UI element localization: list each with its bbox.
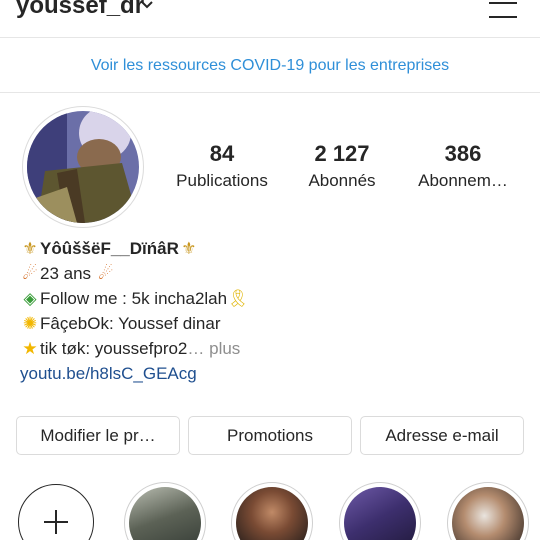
bio-line: ☄ 23 ans ☄ bbox=[20, 261, 247, 286]
bio-name-line: ⚜ YôûššëF__DïńâR ⚜ bbox=[20, 236, 247, 261]
menu-icon[interactable] bbox=[489, 0, 521, 20]
email-button[interactable]: Adresse e-mail bbox=[360, 416, 524, 455]
ribbon-icon: 🎗 bbox=[227, 289, 249, 308]
highlight-thumbnail bbox=[344, 487, 416, 540]
username-title[interactable]: youssef_dr bbox=[16, 0, 144, 20]
following-count: 386 bbox=[444, 141, 482, 166]
bio-name: YôûššëF__DïńâR bbox=[40, 239, 179, 258]
publications-label: Publications bbox=[176, 171, 268, 190]
story-highlight[interactable] bbox=[339, 482, 421, 540]
star-icon: ★ bbox=[22, 339, 38, 358]
bio-line-text: 23 ans bbox=[40, 264, 92, 283]
bio-line: ◈ Follow me : 5k incha2lah🎗 bbox=[20, 286, 249, 311]
promotions-button[interactable]: Promotions bbox=[188, 416, 352, 455]
bio-line-text: tik tøk: youssefpro2 bbox=[40, 339, 188, 358]
edit-profile-button[interactable]: Modifier le pr… bbox=[16, 416, 180, 455]
stat-publications[interactable]: 84 Publications bbox=[172, 140, 272, 194]
new-highlight-button[interactable] bbox=[18, 484, 94, 540]
stat-followers[interactable]: 2 127 Abonnés bbox=[292, 140, 392, 194]
followers-count: 2 127 bbox=[314, 141, 370, 166]
highlight-thumbnail bbox=[129, 487, 201, 540]
plus-icon bbox=[44, 510, 68, 534]
covid-resources-link[interactable]: Voir les ressources COVID-19 pour les en… bbox=[91, 57, 449, 75]
profile-bio: ⚜ YôûššëF__DïńâR ⚜ ☄ 23 ans ☄ ◈ Follow me : … bbox=[20, 236, 249, 386]
chevron-down-icon[interactable] bbox=[139, 0, 155, 12]
following-label: Abonnem… bbox=[418, 171, 508, 190]
bio-more-link[interactable]: … plus bbox=[187, 339, 240, 358]
bio-line-text: Follow me : 5k incha2lah bbox=[40, 289, 228, 308]
publications-count: 84 bbox=[209, 141, 235, 166]
fleur-de-lis-icon: ⚜ bbox=[181, 239, 197, 258]
bio-line: ★ tik tøk: youssefpro2… plus bbox=[20, 336, 247, 361]
story-highlight[interactable] bbox=[447, 482, 529, 540]
story-highlight[interactable] bbox=[124, 482, 206, 540]
story-highlight[interactable] bbox=[231, 482, 313, 540]
avatar-photo bbox=[27, 111, 139, 223]
stat-following[interactable]: 386 Abonnem… bbox=[404, 140, 522, 194]
covid-banner: Voir les ressources COVID-19 pour les en… bbox=[0, 39, 540, 93]
top-bar: youssef_dr bbox=[0, 0, 540, 38]
highlight-thumbnail bbox=[452, 487, 524, 540]
followers-label: Abonnés bbox=[308, 171, 376, 190]
comet-icon: ☄ bbox=[22, 264, 38, 283]
comet-icon: ☄ bbox=[98, 264, 114, 283]
bio-line-text: FâçebOk: Youssef dinar bbox=[40, 314, 221, 333]
bio-website-link[interactable]: youtu.be/h8lsC_GEAcg bbox=[20, 364, 197, 383]
bio-link-line: youtu.be/h8lsC_GEAcg bbox=[20, 361, 247, 386]
beginner-icon: ◈ bbox=[23, 289, 37, 308]
highlight-thumbnail bbox=[236, 487, 308, 540]
profile-avatar[interactable] bbox=[22, 106, 144, 228]
sparkle-icon: ✺ bbox=[22, 314, 38, 333]
bio-line: ✺ FâçebOk: Youssef dinar bbox=[20, 311, 247, 336]
fleur-de-lis-icon: ⚜ bbox=[22, 239, 38, 258]
